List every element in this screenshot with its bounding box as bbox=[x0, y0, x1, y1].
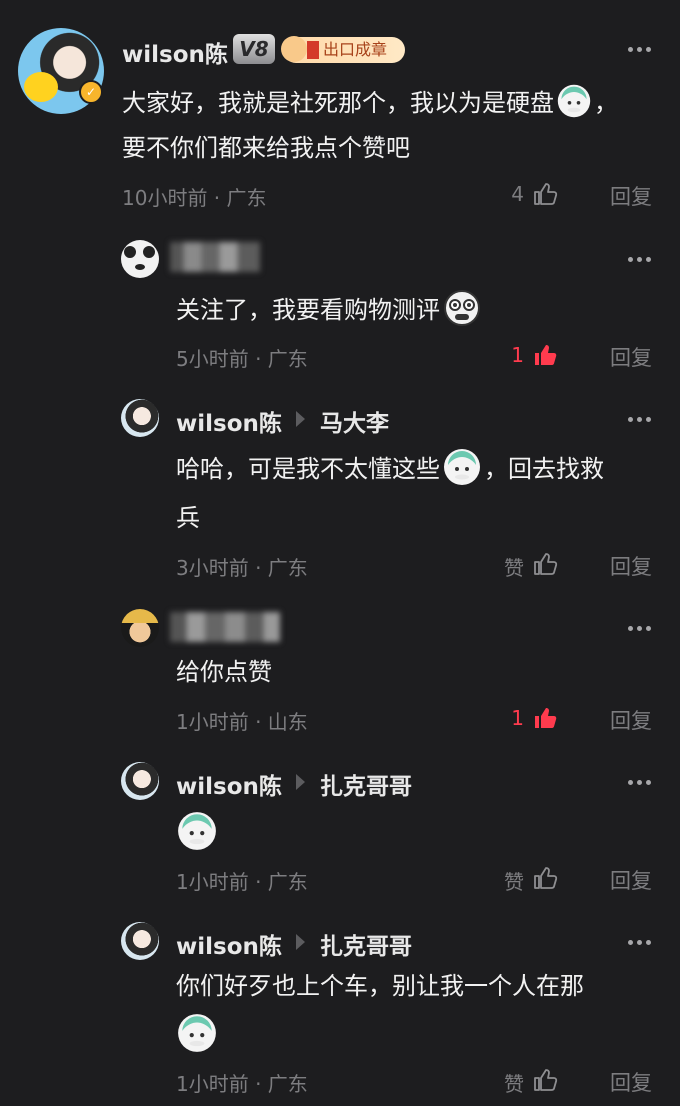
more-icon[interactable] bbox=[628, 933, 655, 949]
blurred-username bbox=[170, 612, 280, 642]
reply-button[interactable]: 回复 bbox=[610, 705, 652, 735]
avatar[interactable] bbox=[121, 762, 159, 800]
reply-button[interactable]: 回复 bbox=[610, 551, 652, 581]
timestamp: 5小时前 · 广东 bbox=[176, 347, 308, 371]
reply-arrow-icon bbox=[296, 934, 305, 950]
like-icon[interactable] bbox=[532, 181, 558, 207]
reply-arrow-icon bbox=[296, 411, 305, 427]
more-icon[interactable] bbox=[628, 250, 655, 266]
honor-badge-label: 出口成章 bbox=[323, 40, 388, 59]
more-icon[interactable] bbox=[628, 619, 655, 635]
shocked-emoji-icon bbox=[444, 290, 480, 326]
ghost-emoji-icon bbox=[442, 447, 482, 487]
comment-text: 你们好歹也上个车，别让我一个人在那 bbox=[176, 972, 584, 1000]
avatar[interactable] bbox=[121, 240, 159, 278]
reply-button[interactable]: 回复 bbox=[610, 1067, 652, 1097]
reply-to-username[interactable]: 扎克哥哥 bbox=[320, 927, 412, 961]
level-badge: V8 bbox=[233, 34, 275, 64]
like-count: 1 bbox=[511, 706, 524, 730]
honor-badge: 出口成章 bbox=[281, 36, 405, 63]
reply-arrow-icon bbox=[296, 774, 305, 790]
comment-text: 哈哈，可是我不太懂这些 ，回去找救 bbox=[176, 444, 604, 494]
comment-text: 关注了，我要看购物测评 bbox=[176, 285, 482, 335]
reply-button[interactable]: 回复 bbox=[610, 342, 652, 372]
comment-text-line2: 兵 bbox=[176, 504, 200, 532]
username[interactable]: wilson陈 bbox=[122, 35, 228, 69]
badge-face-icon bbox=[281, 36, 307, 62]
reply-to-username[interactable]: 马大李 bbox=[320, 404, 389, 438]
more-icon[interactable] bbox=[628, 773, 655, 789]
like-label: 赞 bbox=[504, 556, 524, 580]
badge-flag-icon bbox=[307, 41, 319, 59]
like-icon[interactable] bbox=[532, 551, 558, 577]
reply-button[interactable]: 回复 bbox=[610, 865, 652, 895]
comment-text: 给你点赞 bbox=[176, 658, 272, 686]
avatar[interactable] bbox=[121, 399, 159, 437]
timestamp: 1小时前 · 山东 bbox=[176, 710, 308, 734]
liked-icon[interactable] bbox=[532, 342, 558, 368]
like-label: 赞 bbox=[504, 1072, 524, 1096]
like-count: 1 bbox=[511, 343, 524, 367]
verified-icon: ✓ bbox=[79, 80, 103, 104]
blurred-username bbox=[170, 242, 260, 272]
ghost-emoji-icon bbox=[556, 83, 592, 119]
avatar[interactable] bbox=[121, 922, 159, 960]
timestamp: 10小时前 · 广东 bbox=[122, 186, 267, 210]
like-label: 赞 bbox=[504, 870, 524, 894]
username[interactable]: wilson陈 bbox=[176, 927, 282, 961]
more-icon[interactable] bbox=[628, 410, 655, 426]
ghost-emoji-icon bbox=[176, 810, 218, 852]
timestamp: 3小时前 · 广东 bbox=[176, 556, 308, 580]
timestamp: 1小时前 · 广东 bbox=[176, 870, 308, 894]
avatar[interactable] bbox=[121, 609, 159, 647]
timestamp: 1小时前 · 广东 bbox=[176, 1072, 308, 1096]
username[interactable]: wilson陈 bbox=[176, 767, 282, 801]
reply-button[interactable]: 回复 bbox=[610, 181, 652, 211]
reply-to-username[interactable]: 扎克哥哥 bbox=[320, 767, 412, 801]
more-icon[interactable] bbox=[628, 40, 655, 56]
ghost-emoji-icon bbox=[176, 1012, 218, 1054]
like-icon[interactable] bbox=[532, 865, 558, 891]
username[interactable]: wilson陈 bbox=[176, 404, 282, 438]
like-count: 4 bbox=[511, 182, 524, 206]
like-icon[interactable] bbox=[532, 1067, 558, 1093]
comment-text-line2: 要不你们都来给我点个赞吧 bbox=[122, 134, 410, 162]
duck-icon bbox=[24, 72, 58, 102]
liked-icon[interactable] bbox=[532, 705, 558, 731]
comment-text: 大家好，我就是社死那个，我以为是硬盘， bbox=[122, 78, 618, 128]
